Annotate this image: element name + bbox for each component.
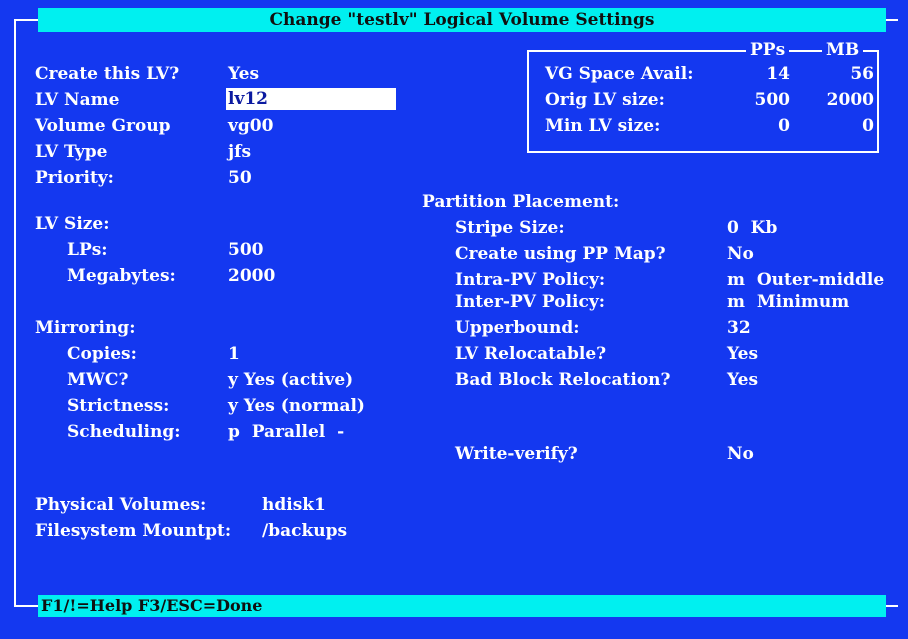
strictness-label: Strictness: [67, 396, 170, 416]
strictness-value[interactable]: y Yes (normal) [228, 396, 365, 416]
lv-relocatable-value[interactable]: Yes [727, 344, 758, 364]
priority-label: Priority: [35, 168, 114, 188]
mirroring-label: Mirroring: [35, 318, 136, 338]
mountpoint-label: Filesystem Mountpt: [35, 521, 232, 541]
write-verify-value[interactable]: No [727, 444, 754, 464]
copies-value[interactable]: 1 [228, 344, 240, 364]
lv-type-label: LV Type [35, 142, 108, 162]
intra-pv-policy-label: Intra-PV Policy: [455, 270, 606, 290]
inter-pv-policy-label: Inter-PV Policy: [455, 292, 605, 312]
scheduling-label: Scheduling: [67, 422, 181, 442]
megabytes-value[interactable]: 2000 [228, 266, 275, 286]
pps-column-header: PPs [746, 42, 790, 59]
min-lv-size-mb: 0 [862, 116, 874, 136]
lps-value[interactable]: 500 [228, 240, 264, 260]
mb-column-header: MB [822, 42, 864, 59]
create-lv-value[interactable]: Yes [228, 64, 259, 84]
upperbound-value[interactable]: 32 [727, 318, 751, 338]
min-lv-size-label: Min LV size: [545, 116, 661, 136]
create-lv-label: Create this LV? [35, 64, 180, 84]
volume-group-value[interactable]: vg00 [228, 116, 273, 136]
mountpoint-value[interactable]: /backups [262, 521, 347, 541]
vg-space-avail-pps: 14 [766, 64, 790, 84]
bad-block-relocation-value[interactable]: Yes [727, 370, 758, 390]
bad-block-relocation-label: Bad Block Relocation? [455, 370, 671, 390]
vg-space-avail-mb: 56 [850, 64, 874, 84]
volume-group-label: Volume Group [35, 116, 171, 136]
intra-pv-policy-value[interactable]: m Outer-middle [727, 270, 884, 290]
partition-placement-heading: Partition Placement: [422, 192, 620, 212]
stripe-size-label: Stripe Size: [455, 218, 565, 238]
function-key-help[interactable]: F1/!=Help F3/ESC=Done [38, 596, 262, 615]
copies-label: Copies: [67, 344, 137, 364]
lv-name-label: LV Name [35, 90, 120, 110]
megabytes-label: Megabytes: [67, 266, 176, 286]
orig-lv-size-label: Orig LV size: [545, 90, 665, 110]
stripe-size-value[interactable]: 0 Kb [727, 218, 777, 238]
vg-space-avail-label: VG Space Avail: [545, 64, 694, 84]
min-lv-size-pps: 0 [778, 116, 790, 136]
function-key-bar: F1/!=Help F3/ESC=Done [38, 595, 886, 617]
physical-volumes-label: Physical Volumes: [35, 495, 207, 515]
lv-type-value[interactable]: jfs [228, 142, 251, 162]
frame-left-line [14, 19, 16, 607]
pp-map-value[interactable]: No [727, 244, 754, 264]
scheduling-value[interactable]: p Parallel - [228, 422, 344, 442]
pp-map-label: Create using PP Map? [455, 244, 666, 264]
lv-relocatable-label: LV Relocatable? [455, 344, 607, 364]
mwc-value[interactable]: y Yes (active) [228, 370, 353, 390]
mwc-label: MWC? [67, 370, 129, 390]
priority-value[interactable]: 50 [228, 168, 252, 188]
dialog-title: Change "testlv" Logical Volume Settings [38, 8, 886, 32]
write-verify-label: Write-verify? [455, 444, 578, 464]
orig-lv-size-pps: 500 [754, 90, 791, 110]
orig-lv-size-mb: 2000 [826, 90, 874, 110]
upperbound-label: Upperbound: [455, 318, 580, 338]
lps-label: LPs: [67, 240, 108, 260]
physical-volumes-value[interactable]: hdisk1 [262, 495, 326, 515]
lv-name-input[interactable]: lv12 [226, 88, 396, 110]
lv-size-label: LV Size: [35, 214, 110, 234]
inter-pv-policy-value[interactable]: m Minimum [727, 292, 849, 312]
